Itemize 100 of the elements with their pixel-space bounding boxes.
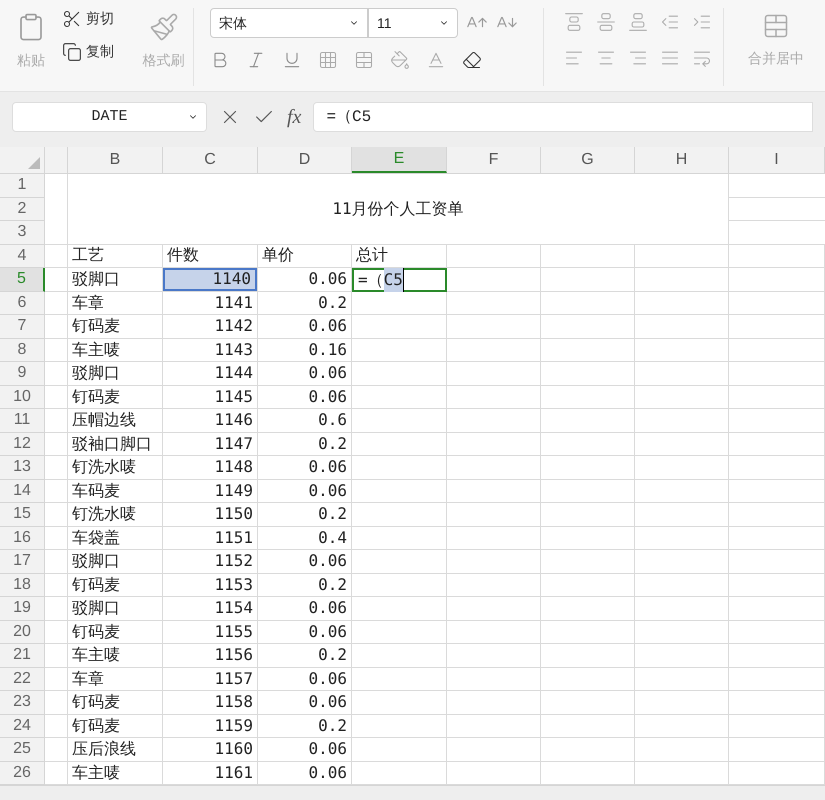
table-cell-text: 1141	[213, 292, 254, 314]
table-cell-text: 车章	[72, 292, 104, 314]
table-cell-text: 钉码麦	[72, 574, 120, 596]
row-header[interactable]: 12	[0, 432, 45, 456]
column-heading: 总计	[356, 246, 388, 266]
table-cell-text: 1142	[213, 315, 254, 338]
row-header[interactable]: 5	[0, 268, 45, 292]
underline-icon[interactable]	[282, 50, 302, 70]
table-cell-text: 0.06	[308, 268, 347, 290]
row-header[interactable]: 9	[0, 362, 45, 386]
table-cell-text: 1159	[213, 714, 254, 737]
table-cell-text: 0.16	[308, 338, 347, 361]
row-header[interactable]: 14	[0, 480, 45, 503]
table-cell-text: 0.2	[318, 644, 347, 666]
table-cell-text: 车主唛	[72, 644, 120, 666]
row-header[interactable]: 18	[0, 574, 45, 597]
row-header[interactable]: 17	[0, 550, 45, 574]
row-header[interactable]: 16	[0, 526, 45, 550]
row-header[interactable]: 23	[0, 691, 45, 714]
table-cell-text: 1152	[213, 550, 254, 572]
merge-cells-icon[interactable]	[762, 12, 790, 40]
name-box[interactable]: DATE	[12, 102, 207, 132]
table-cell-text: 钉码麦	[72, 620, 120, 643]
row-header[interactable]: 3	[0, 221, 45, 244]
font-size-dropdown[interactable]: 11	[368, 8, 458, 38]
table-cell-text: 车袋盖	[72, 526, 120, 549]
table-cell-text: 0.06	[308, 620, 347, 643]
row-header[interactable]: 2	[0, 198, 45, 221]
cell-style-icon[interactable]	[354, 50, 374, 70]
formula-text: =（	[358, 268, 384, 291]
copy-icon[interactable]	[62, 42, 82, 62]
align-middle-icon[interactable]	[596, 12, 616, 32]
sheet-title: 11月份个人工资单	[332, 198, 464, 220]
column-header[interactable]: B	[68, 147, 163, 173]
table-cell-text: 1149	[213, 480, 254, 502]
table-cell-text: 1157	[213, 668, 254, 690]
table-cell-text: 0.06	[308, 315, 347, 338]
select-all-icon[interactable]	[28, 157, 40, 169]
table-cell-text: 0.2	[318, 503, 347, 526]
table-cell-text: 压后浪线	[72, 738, 136, 760]
table-cell-text: 钉码麦	[72, 315, 120, 338]
column-header[interactable]: I	[729, 147, 825, 173]
table-cell-text: 1161	[213, 762, 254, 784]
table-cell-text: 1146	[213, 409, 254, 432]
table-cell-text: 驳脚口	[72, 362, 120, 384]
row-header[interactable]: 1	[0, 174, 45, 198]
column-header[interactable]: G	[541, 147, 635, 173]
fill-color-icon[interactable]	[390, 50, 410, 70]
row-header[interactable]: 8	[0, 338, 45, 362]
table-cell-text: 0.06	[308, 550, 347, 572]
table-cell-text: 1150	[213, 503, 254, 526]
row-header[interactable]: 15	[0, 503, 45, 526]
row-header[interactable]: 21	[0, 644, 45, 668]
table-cell-text: 驳脚口	[72, 550, 120, 572]
border-icon[interactable]	[318, 50, 338, 70]
table-cell-text: 0.06	[308, 597, 347, 620]
paintbrush-icon[interactable]	[148, 12, 178, 42]
function-label[interactable]: fx	[287, 102, 302, 132]
table-cell-text: 0.2	[318, 432, 347, 455]
align-top-icon[interactable]	[564, 12, 584, 32]
table-cell-text: 0.2	[318, 292, 347, 314]
table-cell-text: 0.2	[318, 714, 347, 737]
eraser-icon[interactable]	[462, 50, 482, 70]
font-color-icon[interactable]	[426, 50, 446, 70]
table-cell-text: 车主唛	[72, 762, 120, 784]
table-cell-text: 1143	[213, 338, 254, 361]
row-header[interactable]: 7	[0, 315, 45, 338]
row-header[interactable]: 10	[0, 386, 45, 409]
copy-button[interactable]: 复制	[62, 41, 134, 62]
table-cell-text: 1148	[213, 456, 254, 478]
table-cell-text: 1158	[213, 691, 254, 714]
table-cell-text: 车主唛	[72, 338, 120, 361]
table-cell-text: 0.6	[318, 409, 347, 432]
row-header[interactable]: 11	[0, 409, 45, 432]
column-header[interactable]: F	[447, 147, 541, 173]
table-cell-text: 0.06	[308, 691, 347, 714]
row-header[interactable]: 20	[0, 620, 45, 644]
table-cell-text: 1156	[213, 644, 254, 666]
column-heading: 单价	[262, 246, 294, 266]
row-header[interactable]: 24	[0, 714, 45, 738]
table-cell-text: 1154	[213, 597, 254, 620]
cut-button[interactable]: 剪切	[62, 8, 134, 29]
table-cell-text: 0.06	[308, 738, 347, 760]
column-header[interactable]: H	[635, 147, 729, 173]
font-dropdown[interactable]: 宋体	[210, 8, 368, 38]
column-header[interactable]: E	[352, 147, 447, 173]
row-header[interactable]: 13	[0, 456, 45, 480]
row-header[interactable]: 6	[0, 292, 45, 315]
table-cell-text: 钉洗水唛	[72, 456, 136, 478]
row-header[interactable]: 22	[0, 668, 45, 691]
row-header[interactable]: 25	[0, 738, 45, 762]
table-cell-text: 钉码麦	[72, 691, 120, 714]
editing-cell[interactable]: =（C5	[352, 268, 447, 292]
column-heading: 工艺	[72, 246, 104, 266]
row-header[interactable]: 19	[0, 597, 45, 620]
scissors-icon[interactable]	[62, 8, 82, 28]
table-cell-text: 0.06	[308, 762, 347, 784]
formula-input[interactable]: =（C5	[313, 102, 813, 132]
column-header[interactable]: C	[163, 147, 258, 173]
align-bottom-icon[interactable]	[628, 12, 648, 32]
